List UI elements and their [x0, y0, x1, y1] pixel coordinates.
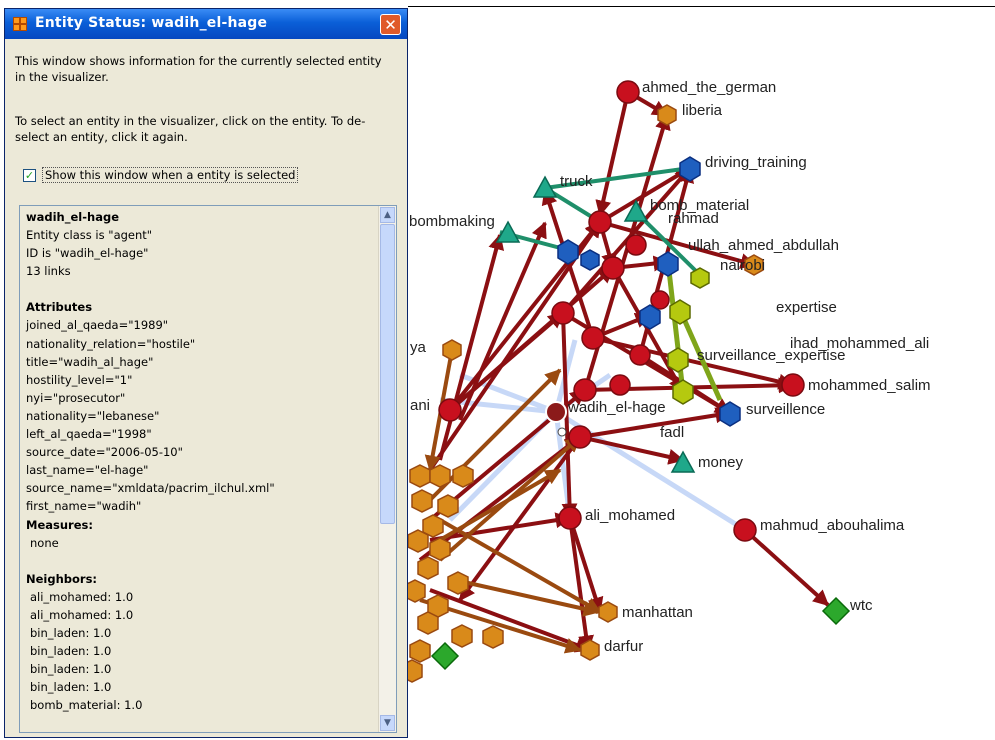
attribute-item: last_name="el-hage" — [26, 463, 149, 478]
show-window-checkbox-row[interactable]: ✓ Show this window when a entity is sele… — [23, 167, 299, 183]
attribute-item: nationality="lebanese" — [26, 408, 160, 423]
app-grid-icon — [13, 17, 27, 31]
attribute-item: source_name="xmldata/pacrim_ilchul.xml" — [26, 481, 275, 496]
neighbor-item: bin_laden: 1.0 — [30, 680, 112, 695]
measures-value: none — [30, 535, 59, 550]
location-node-darfur — [580, 639, 600, 661]
attribute-item: nyi="prosecutor" — [26, 390, 126, 405]
neighbor-item: bomb_material: 1.0 — [30, 698, 143, 713]
agent-node-mahmud-abouhalima — [733, 518, 757, 542]
scroll-thumb[interactable] — [380, 224, 395, 524]
location-node-liberia — [657, 104, 677, 126]
mouse-cursor-icon — [557, 427, 567, 437]
label-expertise: expertise — [776, 299, 837, 316]
label-ali-mohamed: ali_mohamed — [585, 507, 675, 524]
label-ullah-ahmed-abdullah: ullah_ahmed_abdullah — [688, 237, 839, 254]
neighbor-item: ali_mohamed: 1.0 — [30, 607, 134, 622]
agent-node-ali-mohamed — [558, 506, 582, 530]
agent-node-mohammed-salim — [781, 373, 805, 397]
entity-status-window: Entity Status: wadih_el-hage ✕ This wind… — [4, 8, 408, 738]
label-surveillence: surveillence — [746, 401, 825, 418]
intro-text-2: To select an entity in the visualizer, c… — [15, 114, 366, 144]
label-money: money — [698, 454, 744, 471]
attribute-item: hostility_level="1" — [26, 372, 133, 387]
task-node-money — [670, 450, 696, 473]
agent-node-ahmed-the-german — [616, 80, 640, 104]
label-liberia: liberia — [682, 102, 723, 119]
label-mahmud-abouhalima: mahmud_abouhalima — [760, 517, 905, 534]
show-window-checkbox-label[interactable]: Show this window when a entity is select… — [42, 167, 299, 183]
knowledge-node-surveillence — [719, 401, 741, 427]
label-ahmed-the-german: ahmed_the_german — [642, 79, 776, 96]
intro-text-1: This window shows information for the cu… — [15, 54, 382, 84]
measures-heading: Measures: — [26, 517, 93, 532]
label-bombmaking: bombmaking — [409, 213, 495, 230]
attribute-item: nationality_relation="hostile" — [26, 336, 196, 351]
neighbor-item: bin_laden: 1.0 — [30, 625, 112, 640]
label-nairobi: nairobi — [720, 257, 765, 274]
label-driving-training: driving_training — [705, 154, 807, 171]
window-title: Entity Status: wadih_el-hage — [35, 15, 268, 31]
visualizer-border — [408, 6, 995, 7]
attribute-item: left_al_qaeda="1998" — [26, 427, 152, 442]
entity-id: ID is "wadih_el-hage" — [26, 246, 149, 261]
entity-info-content: wadih_el-hage Entity class is "agent" ID… — [26, 208, 376, 714]
label-rahmad: rahmad — [668, 210, 719, 227]
label-mohammed-salim: mohammed_salim — [808, 377, 931, 394]
label-fadl: fadl — [660, 424, 684, 441]
entity-name: wadih_el-hage — [26, 210, 119, 224]
title-bar[interactable]: Entity Status: wadih_el-hage ✕ — [5, 9, 407, 39]
label-darfur: darfur — [604, 638, 643, 655]
label-ani: ani — [410, 397, 430, 414]
close-icon[interactable]: ✕ — [380, 14, 401, 35]
selected-node-wadih-el-hage[interactable] — [545, 401, 567, 423]
vertical-scrollbar[interactable]: ▲ ▼ — [378, 206, 396, 732]
label-manhattan: manhattan — [622, 604, 693, 621]
attribute-item: title="wadih_al_hage" — [26, 354, 154, 369]
scroll-down-icon[interactable]: ▼ — [380, 715, 395, 731]
label-ya: ya — [410, 339, 427, 356]
neighbor-item: ali_mohamed: 1.0 — [30, 589, 134, 604]
neighbors-heading: Neighbors: — [26, 571, 98, 586]
neighbor-item: bin_laden: 1.0 — [30, 644, 112, 659]
show-window-checkbox[interactable]: ✓ — [23, 168, 36, 182]
location-node-cluster — [409, 464, 431, 488]
entity-links: 13 links — [26, 264, 71, 279]
location-node-manhattan — [598, 601, 618, 623]
scroll-up-icon[interactable]: ▲ — [380, 207, 395, 223]
location-node-ya — [442, 339, 462, 361]
label-truck: truck — [560, 173, 593, 190]
attribute-item: source_date="2006-05-10" — [26, 445, 183, 460]
attributes-heading: Attributes — [26, 300, 93, 315]
entity-info-panel[interactable]: wadih_el-hage Entity class is "agent" ID… — [19, 205, 397, 733]
label-wadih-el-hage: wadih_el-hage — [567, 399, 666, 416]
label-wtc: wtc — [849, 597, 873, 614]
knowledge-node-driving-training — [679, 156, 701, 182]
attribute-item: joined_al_qaeda="1989" — [26, 318, 169, 333]
neighbor-item: bin_laden: 1.0 — [30, 662, 112, 677]
attribute-item: first_name="wadih" — [26, 499, 142, 514]
entity-class: Entity class is "agent" — [26, 228, 153, 243]
label-surveillance-expertise: surveillance_expertise — [697, 347, 845, 364]
